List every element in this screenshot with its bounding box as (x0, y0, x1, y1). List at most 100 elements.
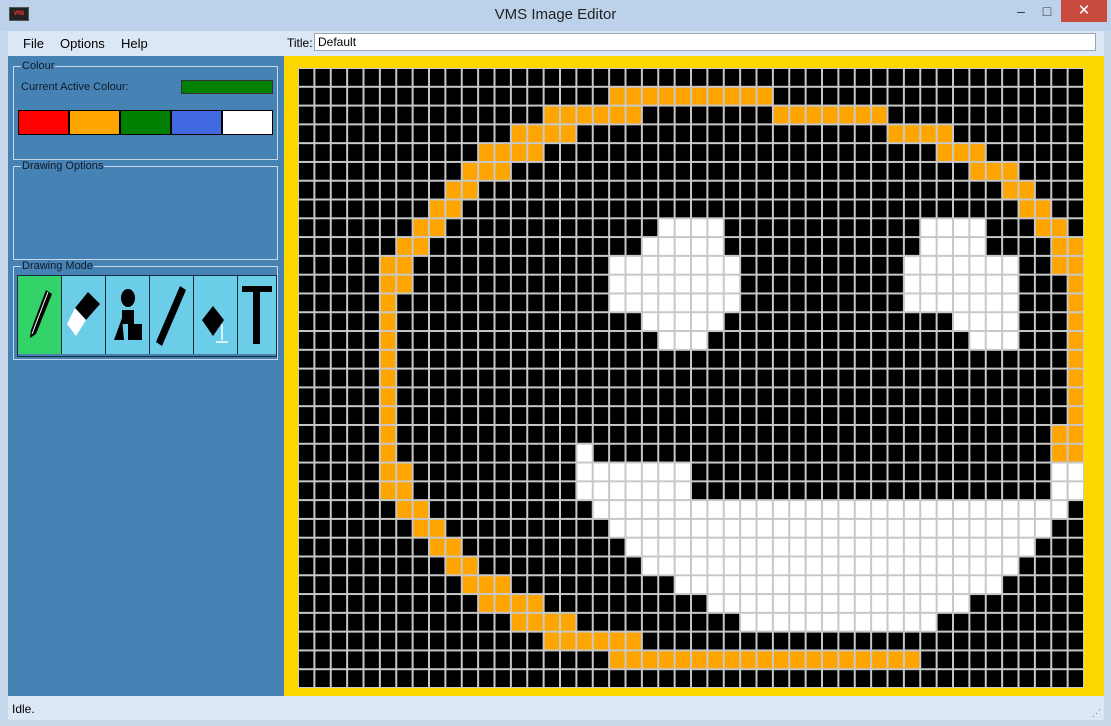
pixel-cell[interactable] (724, 632, 740, 650)
pixel-cell[interactable] (675, 463, 691, 481)
pixel-cell[interactable] (675, 632, 691, 650)
pixel-cell[interactable] (479, 613, 494, 631)
pixel-cell[interactable] (331, 425, 347, 443)
pixel-cell[interactable] (741, 69, 756, 86)
pixel-cell[interactable] (724, 482, 740, 500)
pixel-cell[interactable] (380, 144, 396, 161)
pixel-cell[interactable] (823, 651, 838, 669)
pixel-cell[interactable] (511, 613, 527, 631)
pixel-cell[interactable] (872, 482, 887, 500)
pixel-cell[interactable] (806, 313, 822, 331)
pixel-cell[interactable] (544, 256, 560, 274)
pixel-cell[interactable] (315, 595, 330, 612)
pixel-cell[interactable] (937, 181, 953, 199)
pixel-cell[interactable] (659, 294, 674, 312)
pixel-cell[interactable] (708, 557, 723, 575)
pixel-cell[interactable] (462, 256, 478, 274)
pixel-cell[interactable] (954, 463, 969, 481)
pixel-cell[interactable] (986, 444, 1002, 462)
pixel-cell[interactable] (1003, 651, 1018, 669)
pixel-cell[interactable] (741, 444, 756, 462)
pixel-cell[interactable] (511, 576, 527, 594)
pixel-cell[interactable] (577, 519, 592, 537)
pixel-cell[interactable] (1003, 576, 1018, 594)
pixel-cell[interactable] (446, 444, 461, 462)
pixel-cell[interactable] (954, 106, 969, 124)
pixel-cell[interactable] (839, 576, 854, 594)
pixel-cell[interactable] (430, 444, 445, 462)
pixel-cell[interactable] (397, 369, 412, 387)
pixel-cell[interactable] (380, 256, 396, 274)
pixel-cell[interactable] (790, 538, 805, 556)
pixel-cell[interactable] (348, 369, 363, 387)
pixel-cell[interactable] (1035, 407, 1051, 424)
pixel-cell[interactable] (380, 519, 396, 537)
pixel-cell[interactable] (904, 482, 920, 500)
pixel-cell[interactable] (724, 444, 740, 462)
pixel-cell[interactable] (462, 219, 478, 237)
pixel-cell[interactable] (462, 181, 478, 199)
pixel-cell[interactable] (430, 294, 445, 312)
pixel-cell[interactable] (839, 294, 854, 312)
pixel-cell[interactable] (741, 181, 756, 199)
pixel-cell[interactable] (1035, 144, 1051, 161)
pixel-cell[interactable] (708, 651, 723, 669)
pixel-cell[interactable] (577, 425, 592, 443)
pixel-cell[interactable] (479, 425, 494, 443)
pixel-cell[interactable] (823, 125, 838, 143)
pixel-cell[interactable] (642, 482, 658, 500)
pixel-cell[interactable] (315, 256, 330, 274)
pixel-cell[interactable] (1052, 651, 1067, 669)
pixel-cell[interactable] (1003, 482, 1018, 500)
pixel-cell[interactable] (446, 106, 461, 124)
pixel-cell[interactable] (823, 275, 838, 293)
pixel-cell[interactable] (544, 482, 560, 500)
pixel-cell[interactable] (872, 388, 887, 406)
pixel-cell[interactable] (692, 125, 707, 143)
pixel-cell[interactable] (511, 519, 527, 537)
pixel-cell[interactable] (1052, 632, 1067, 650)
pixel-cell[interactable] (299, 219, 314, 237)
pixel-cell[interactable] (479, 670, 494, 687)
pixel-cell[interactable] (299, 425, 314, 443)
pixel-cell[interactable] (692, 256, 707, 274)
pixel-cell[interactable] (642, 613, 658, 631)
pixel-cell[interactable] (561, 444, 576, 462)
pixel-cell[interactable] (855, 388, 871, 406)
pixel-cell[interactable] (299, 162, 314, 180)
pixel-cell[interactable] (299, 595, 314, 612)
pixel-cell[interactable] (921, 576, 936, 594)
pixel-cell[interactable] (970, 181, 985, 199)
pixel-cell[interactable] (757, 106, 772, 124)
pixel-cell[interactable] (495, 407, 510, 424)
pixel-cell[interactable] (790, 482, 805, 500)
pixel-cell[interactable] (380, 613, 396, 631)
pixel-cell[interactable] (757, 444, 772, 462)
pixel-cell[interactable] (855, 256, 871, 274)
pixel-cell[interactable] (561, 482, 576, 500)
pixel-cell[interactable] (462, 651, 478, 669)
pixel-cell[interactable] (642, 144, 658, 161)
pixel-cell[interactable] (757, 463, 772, 481)
pixel-cell[interactable] (315, 388, 330, 406)
pixel-cell[interactable] (593, 219, 609, 237)
pixel-cell[interactable] (823, 595, 838, 612)
pixel-cell[interactable] (708, 106, 723, 124)
pixel-cell[interactable] (741, 332, 756, 349)
pixel-cell[interactable] (380, 482, 396, 500)
pixel-cell[interactable] (364, 519, 379, 537)
pixel-cell[interactable] (1019, 144, 1034, 161)
pixel-cell[interactable] (348, 350, 363, 368)
pixel-cell[interactable] (855, 482, 871, 500)
pixel-cell[interactable] (364, 482, 379, 500)
pixel-cell[interactable] (380, 576, 396, 594)
pixel-cell[interactable] (561, 425, 576, 443)
pixel-cell[interactable] (610, 482, 625, 500)
pixel-cell[interactable] (397, 200, 412, 218)
pixel-cell[interactable] (839, 444, 854, 462)
pixel-cell[interactable] (790, 313, 805, 331)
pixel-cell[interactable] (577, 294, 592, 312)
pixel-cell[interactable] (790, 463, 805, 481)
pixel-cell[interactable] (380, 69, 396, 86)
pixel-cell[interactable] (659, 275, 674, 293)
